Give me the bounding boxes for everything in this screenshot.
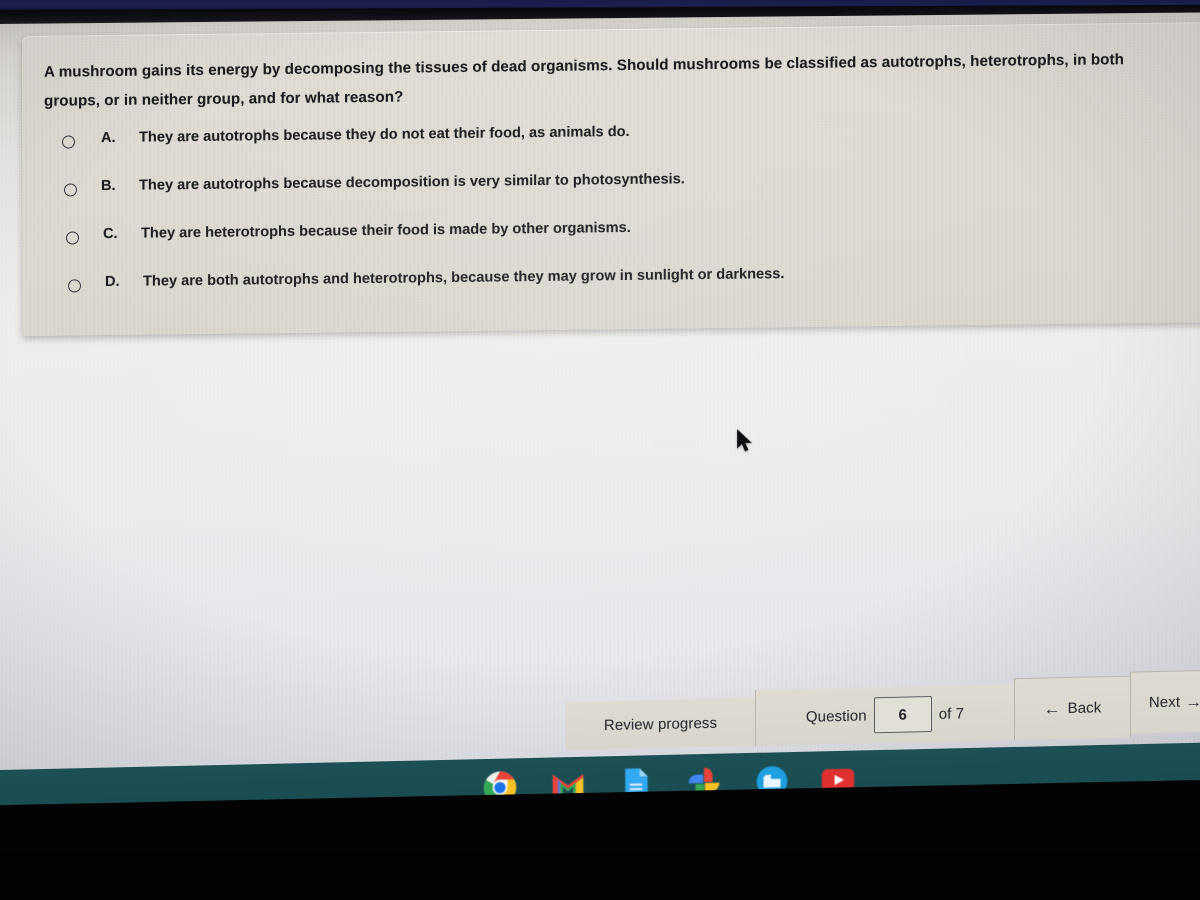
question-stem: A mushroom gains its energy by decomposi… [44,51,1124,110]
question-total-label: of 7 [938,704,965,723]
radio-button-d[interactable] [68,279,81,293]
review-progress-button[interactable]: Review progress [566,697,756,750]
option-letter-a: A. [101,129,116,147]
radio-button-b[interactable] [64,183,77,197]
next-button[interactable]: Next → [1130,669,1200,734]
question-card: A mushroom gains its energy by decomposi… [22,22,1200,337]
option-letter-b: B. [101,177,116,195]
question-label: Question [805,706,867,726]
back-button[interactable]: ← Back [1014,675,1131,741]
answer-options-list: A. They are autotrophs because they do n… [44,117,1182,322]
option-letter-c: C. [103,225,118,243]
radio-button-c[interactable] [66,231,79,245]
mouse-pointer [737,429,752,452]
question-number-group: Question 6 of 7 [755,684,1015,746]
radio-button-a[interactable] [62,135,75,149]
question-number-input[interactable]: 6 [873,696,932,734]
option-text-a: They are autotrophs because they do not … [139,123,630,146]
arrow-left-icon: ← [1043,699,1061,719]
arrow-right-icon: → [1185,692,1200,712]
next-button-label: Next [1148,693,1181,712]
review-progress-label: Review progress [603,714,718,734]
option-letter-d: D. [105,273,120,291]
photographed-screen: A mushroom gains its energy by decomposi… [0,0,1200,900]
monitor-bezel-bottom-edge [0,852,1200,900]
back-button-label: Back [1067,699,1102,718]
